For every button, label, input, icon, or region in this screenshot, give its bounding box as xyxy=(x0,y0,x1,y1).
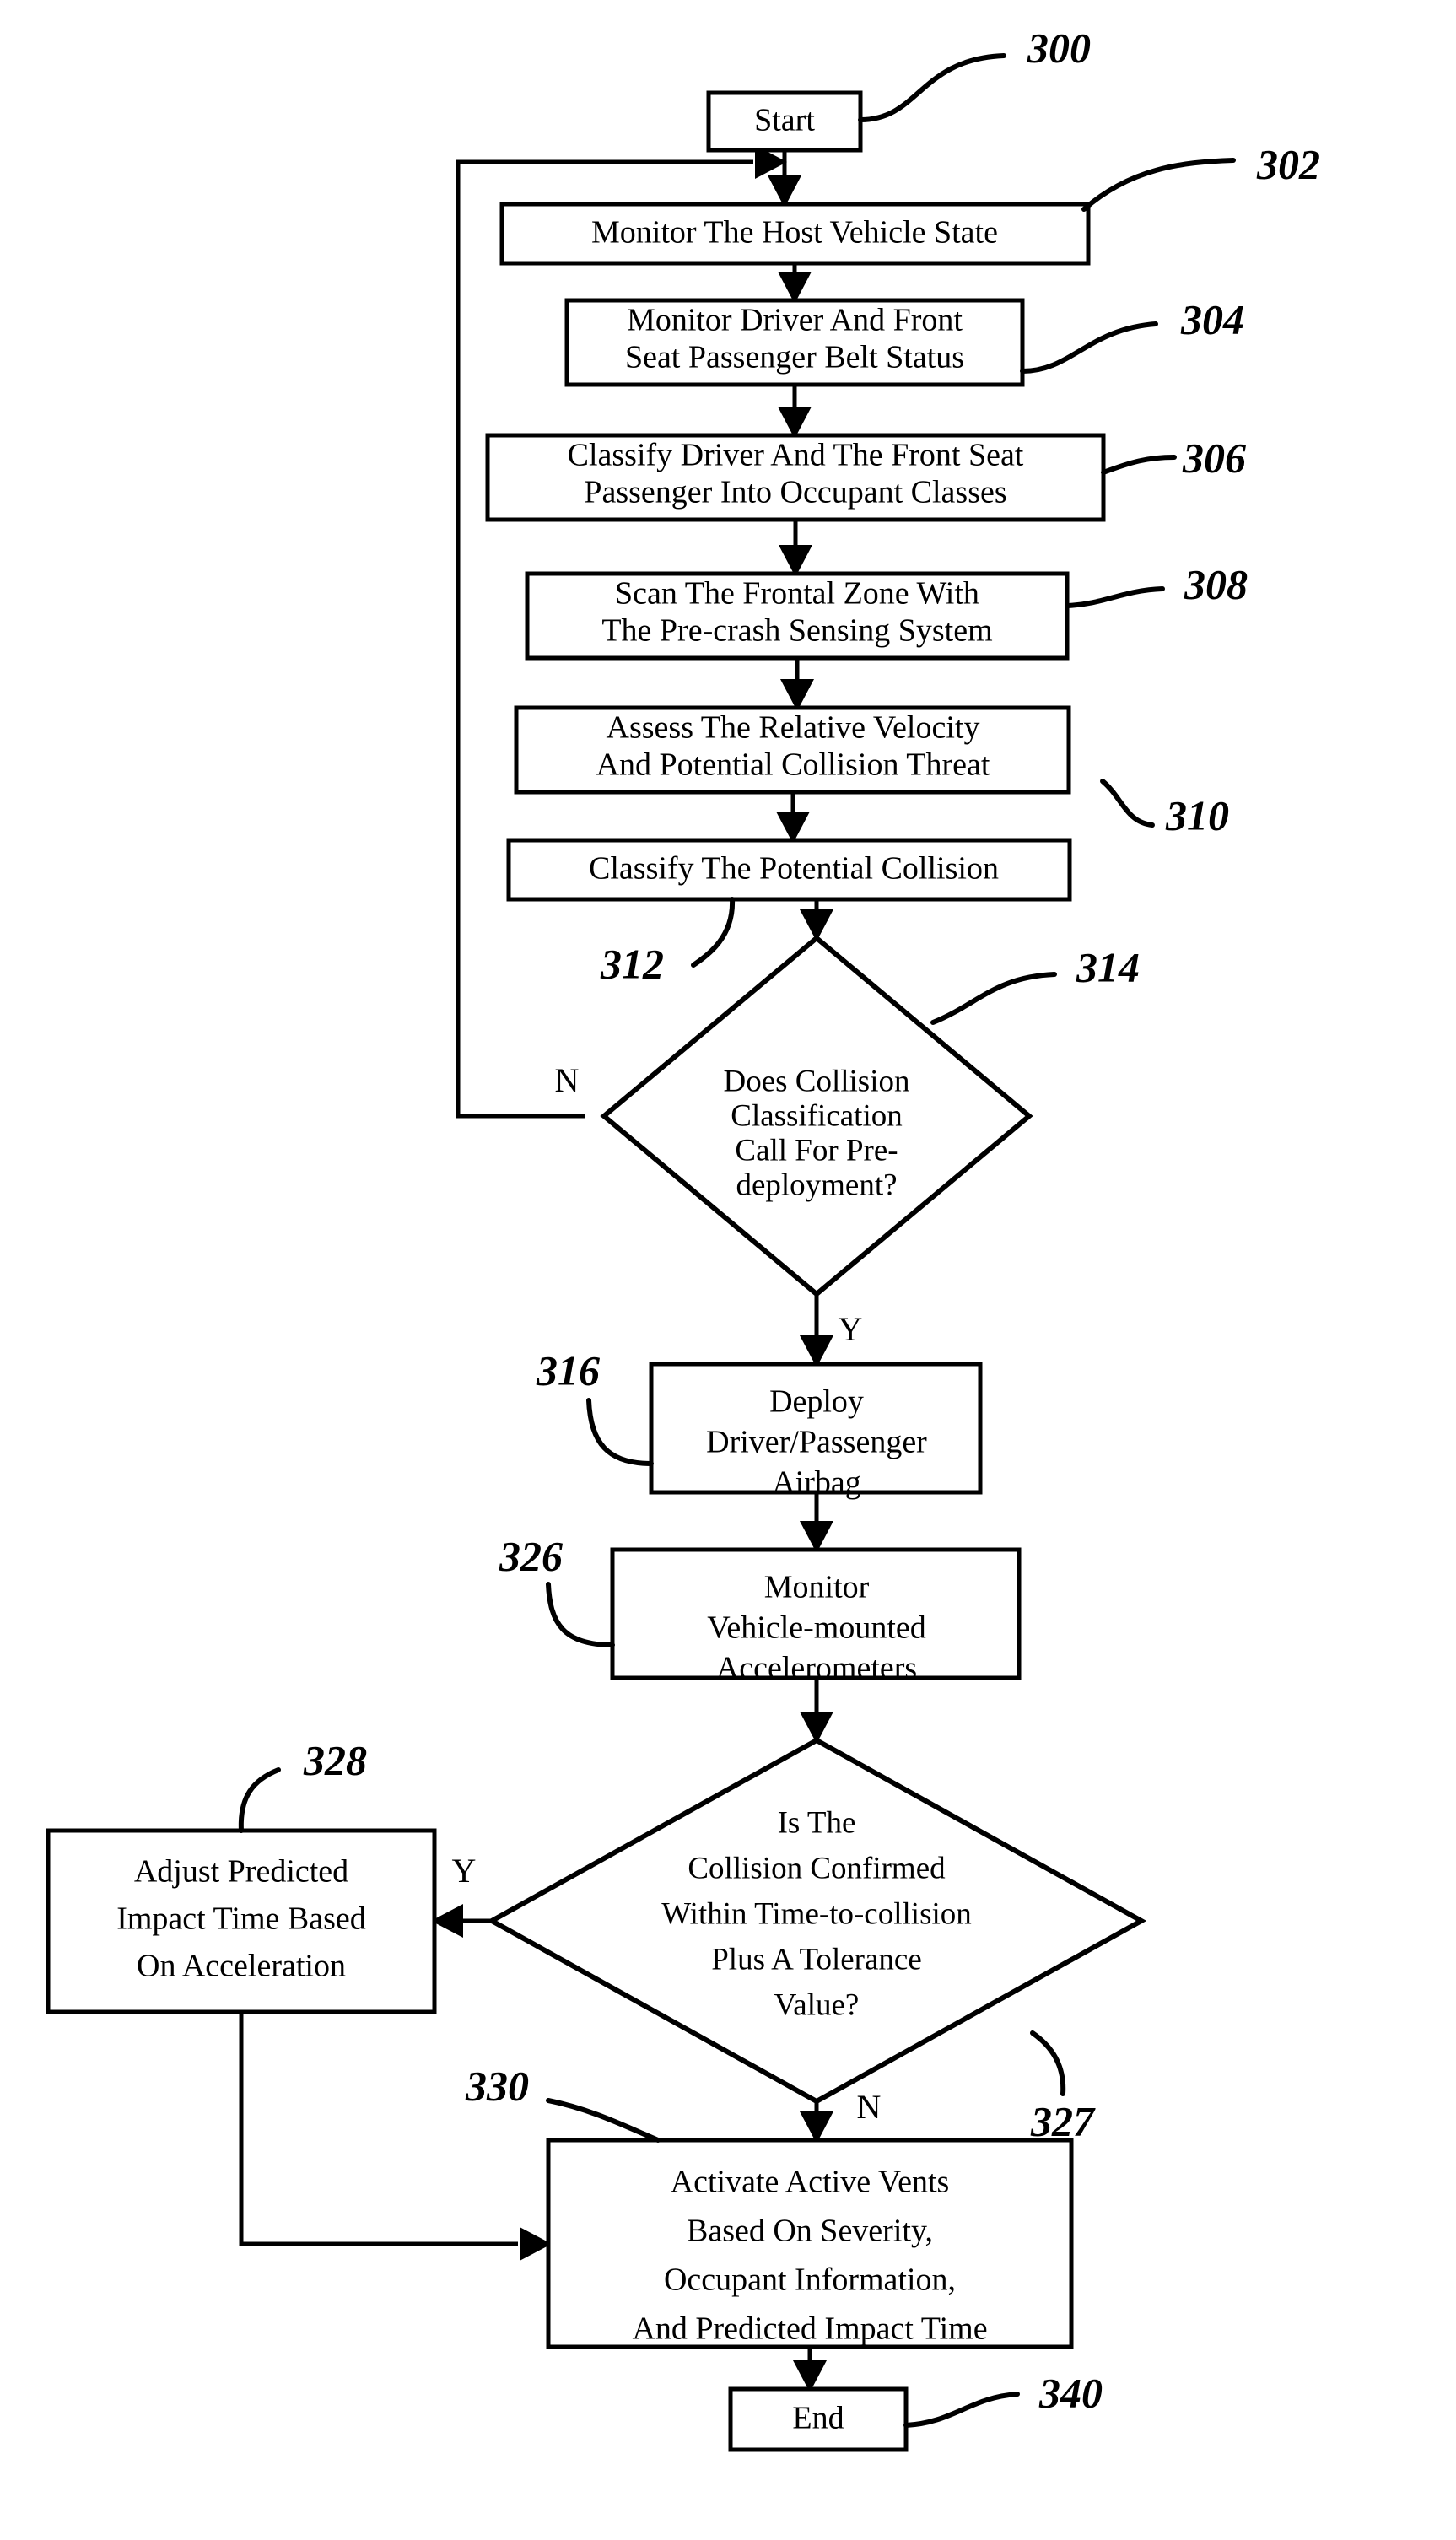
box-330-line1: Activate Active Vents xyxy=(671,2165,950,2200)
box-330-line4: And Predicted Impact Time xyxy=(632,2311,987,2347)
ref-308: 308 xyxy=(1184,560,1248,607)
box-308-label-line2: The Pre-crash Sensing System xyxy=(601,613,992,649)
connector-316-326 xyxy=(800,1492,833,1553)
box-306-label-line2: Passenger Into Occupant Classes xyxy=(584,475,1006,510)
leader-308: 308 xyxy=(1065,560,1248,608)
ref-310: 310 xyxy=(1165,791,1229,839)
leader-312: 312 xyxy=(600,897,736,987)
ref-306: 306 xyxy=(1182,434,1246,481)
box-306-label-line1: Classify Driver And The Front Seat xyxy=(568,438,1024,473)
ref-304: 304 xyxy=(1180,295,1244,342)
box-304-label-line1: Monitor Driver And Front xyxy=(627,303,963,338)
node-314[interactable]: Does Collision Classification Call For P… xyxy=(600,935,1033,1297)
start-label: Start xyxy=(754,103,815,138)
box-310-label-line1: Assess The Relative Velocity xyxy=(607,710,980,746)
connector-306-308 xyxy=(779,520,812,577)
connector-302-304 xyxy=(778,263,812,304)
leader-306: 306 xyxy=(1101,434,1246,481)
connector-304-306 xyxy=(778,385,812,439)
leader-327: 327 xyxy=(1030,2030,1096,2144)
diamond-314-line2: Classification xyxy=(731,1098,902,1133)
connector-327-328: Y xyxy=(431,1852,492,1938)
ref-312: 312 xyxy=(600,940,664,987)
box-328-line1: Adjust Predicted xyxy=(134,1854,348,1890)
node-start[interactable]: Start xyxy=(706,90,863,153)
connector-310-312 xyxy=(776,792,810,844)
node-end[interactable]: End xyxy=(728,2386,909,2452)
node-327[interactable]: Is The Collision Confirmed Within Time-t… xyxy=(486,1737,1147,2105)
box-316-line1: Deploy xyxy=(769,1384,864,1420)
end-label: End xyxy=(792,2401,844,2436)
box-328-line3: On Acceleration xyxy=(137,1949,346,1984)
connector-330-end xyxy=(793,2347,827,2392)
node-310[interactable]: Assess The Relative Velocity And Potenti… xyxy=(514,705,1071,795)
diamond-327-line1: Is The xyxy=(778,1805,856,1840)
node-304[interactable]: Monitor Driver And Front Seat Passenger … xyxy=(564,298,1025,387)
branch-label-314-no: N xyxy=(555,1061,580,1099)
box-326-line2: Vehicle-mounted xyxy=(707,1610,926,1646)
box-302-label: Monitor The Host Vehicle State xyxy=(591,215,998,251)
diamond-314-line3: Call For Pre- xyxy=(735,1133,898,1168)
leader-328: 328 xyxy=(238,1736,367,1833)
diamond-314-line1: Does Collision xyxy=(724,1064,910,1098)
diamond-327-line4: Plus A Tolerance xyxy=(711,1942,922,1976)
leader-300: 300 xyxy=(858,24,1091,122)
node-330[interactable]: Activate Active Vents Based On Severity,… xyxy=(546,2138,1074,2349)
branch-label-327-no: N xyxy=(857,2088,882,2126)
leader-340: 340 xyxy=(903,2369,1103,2428)
box-310-label-line2: And Potential Collision Threat xyxy=(596,747,990,783)
ref-326: 326 xyxy=(499,1532,563,1579)
node-302[interactable]: Monitor The Host Vehicle State xyxy=(499,202,1091,266)
ref-300: 300 xyxy=(1027,24,1091,71)
box-316-line2: Driver/Passenger xyxy=(706,1425,927,1460)
diamond-327-line2: Collision Confirmed xyxy=(688,1851,946,1885)
leader-330: 330 xyxy=(465,2062,661,2143)
box-330-line2: Based On Severity, xyxy=(687,2214,933,2249)
ref-330: 330 xyxy=(465,2062,529,2109)
leader-304: 304 xyxy=(1020,295,1244,374)
ref-340: 340 xyxy=(1038,2369,1103,2416)
box-312-label: Classify The Potential Collision xyxy=(589,851,999,887)
box-304-label-line2: Seat Passenger Belt Status xyxy=(625,340,964,375)
box-326-line1: Monitor xyxy=(764,1570,870,1605)
diamond-327-line3: Within Time-to-collision xyxy=(661,1896,972,1931)
box-328-line2: Impact Time Based xyxy=(116,1901,366,1937)
branch-label-314-yes: Y xyxy=(839,1310,863,1348)
connector-328-330 xyxy=(239,2012,552,2261)
node-308[interactable]: Scan The Frontal Zone With The Pre-crash… xyxy=(525,571,1070,661)
node-326[interactable]: Monitor Vehicle-mounted Accelerometers xyxy=(610,1547,1022,1686)
leader-310: 310 xyxy=(1100,779,1229,839)
connector-308-310 xyxy=(780,658,814,711)
ref-314: 314 xyxy=(1076,943,1140,990)
ref-316: 316 xyxy=(536,1346,600,1394)
node-316[interactable]: Deploy Driver/Passenger Airbag xyxy=(649,1362,983,1501)
flowchart-svg: Start 300 Monitor The Host Vehicle State… xyxy=(46,24,1320,2452)
node-328[interactable]: Adjust Predicted Impact Time Based On Ac… xyxy=(46,1828,437,2014)
ref-327: 327 xyxy=(1030,2097,1096,2144)
diamond-327-line5: Value? xyxy=(774,1987,860,2022)
node-306[interactable]: Classify Driver And The Front Seat Passe… xyxy=(485,433,1106,522)
leader-326: 326 xyxy=(499,1532,615,1647)
connector-326-327 xyxy=(800,1678,833,1744)
leader-316: 316 xyxy=(536,1346,654,1466)
connector-314-316: Y xyxy=(800,1294,862,1367)
flowchart-canvas: Start 300 Monitor The Host Vehicle State… xyxy=(0,0,1456,2540)
ref-328: 328 xyxy=(303,1736,367,1783)
box-308-label-line1: Scan The Frontal Zone With xyxy=(615,576,979,612)
diamond-314-line4: deployment? xyxy=(736,1168,897,1202)
box-330-line3: Occupant Information, xyxy=(664,2262,956,2298)
leader-314: 314 xyxy=(930,943,1140,1025)
ref-302: 302 xyxy=(1256,140,1320,187)
branch-label-327-yes: Y xyxy=(452,1852,477,1890)
node-312[interactable]: Classify The Potential Collision xyxy=(506,838,1072,902)
leader-302: 302 xyxy=(1081,140,1320,212)
